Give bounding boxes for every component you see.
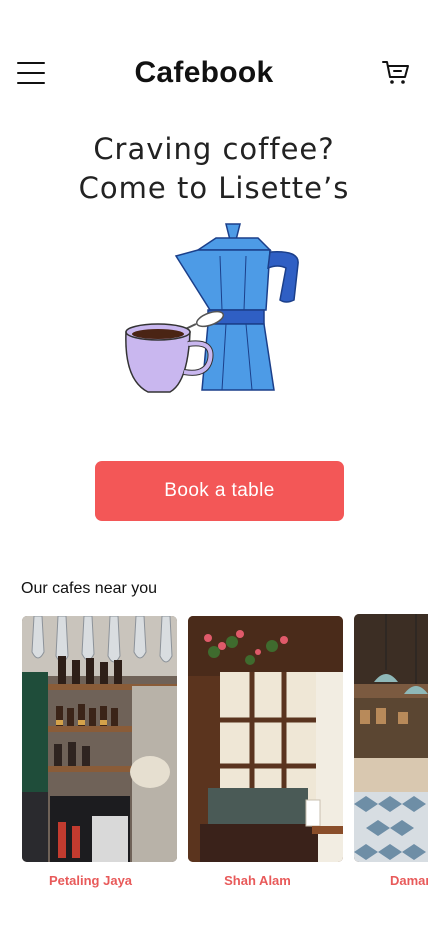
hero-line-2: Come to Lisette’s: [78, 171, 350, 205]
shopping-cart-icon[interactable]: [381, 58, 411, 88]
cafe-name-shah-alam[interactable]: Shah Alam: [180, 873, 335, 888]
cafe-name-petaling-jaya[interactable]: Petaling Jaya: [13, 873, 168, 888]
hero-heading: Craving coffee? Come to Lisette’s: [0, 130, 428, 208]
cafe-photo: [22, 616, 177, 862]
cafe-photo: [188, 616, 343, 862]
cafe-card-shah-alam[interactable]: [188, 616, 343, 862]
cafe-card-damar[interactable]: [354, 614, 428, 862]
cafe-card-petaling-jaya[interactable]: [22, 616, 177, 862]
cafe-name-damar[interactable]: Damar: [390, 873, 428, 888]
cafe-photo: [354, 614, 428, 862]
app-title: Cafebook: [134, 56, 274, 89]
hero-line-1: Craving coffee?: [93, 132, 335, 166]
coffee-illustration: [118, 220, 308, 400]
book-table-button[interactable]: Book a table: [95, 461, 344, 521]
header: Cafebook: [0, 0, 428, 110]
section-title: Our cafes near you: [21, 580, 158, 597]
